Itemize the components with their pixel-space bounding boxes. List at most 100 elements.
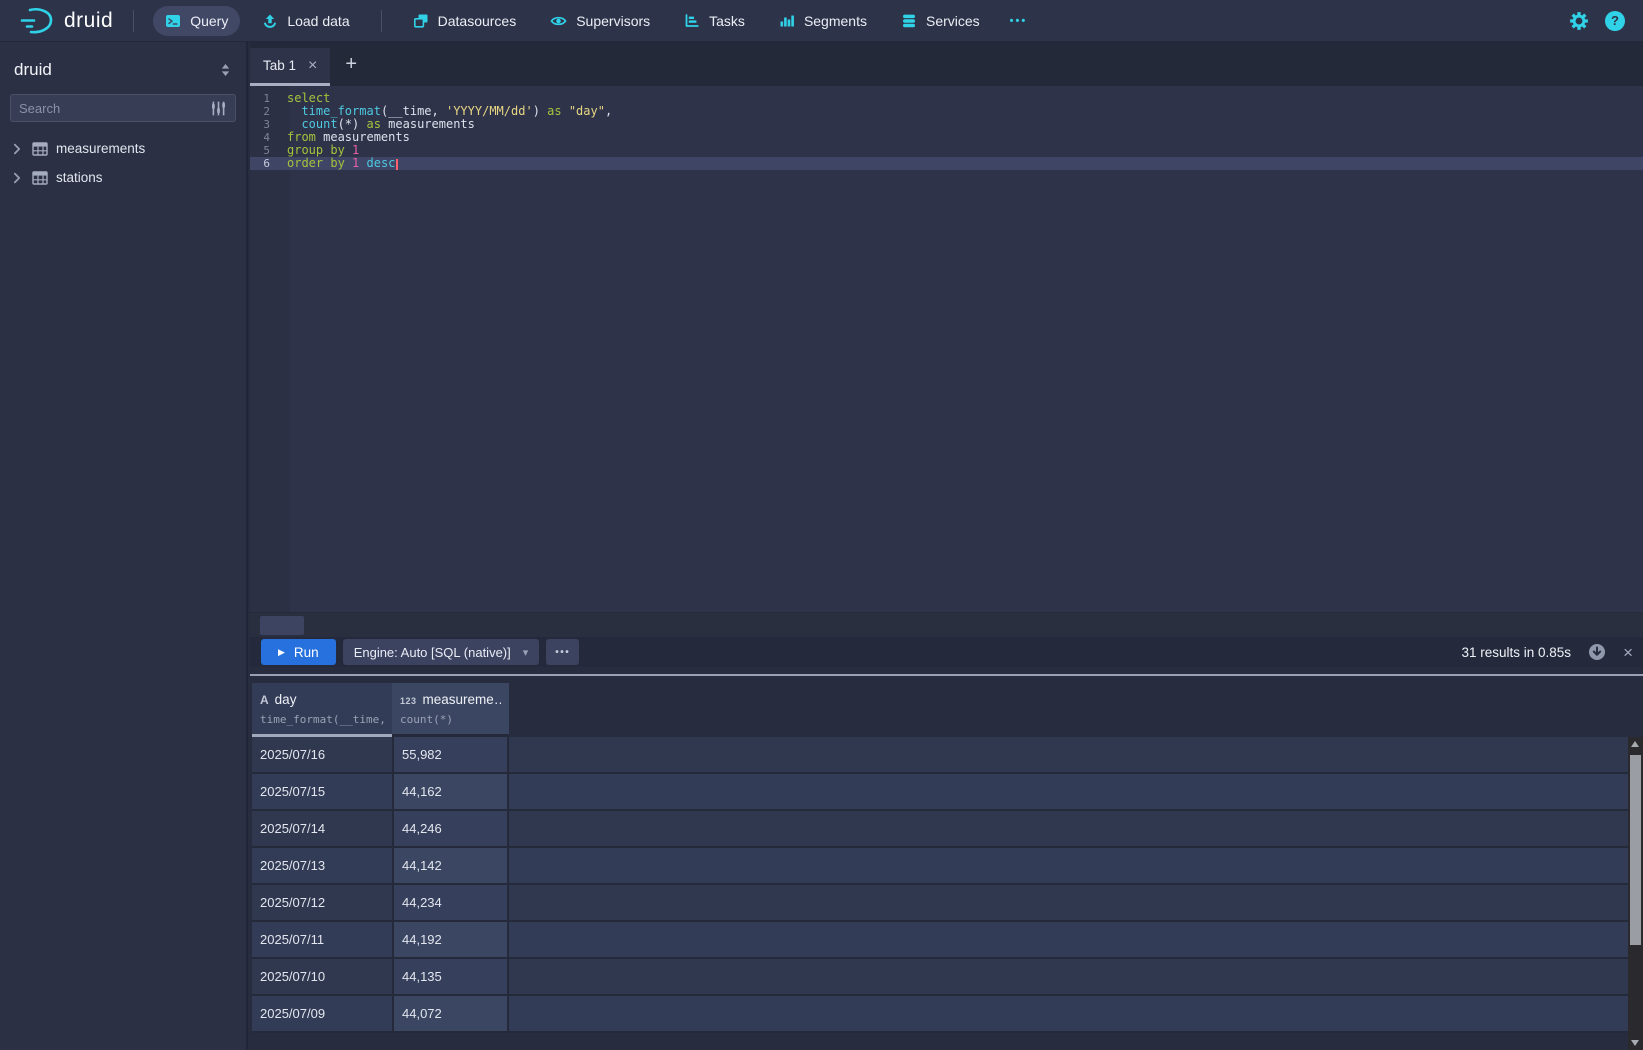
query-more-button[interactable]: •••: [546, 639, 579, 665]
scrollbar-thumb[interactable]: [1630, 755, 1641, 945]
cell-count[interactable]: 44,246: [392, 811, 509, 846]
cell-day[interactable]: 2025/07/13: [252, 848, 392, 883]
nav-item-load-data[interactable]: Load data: [250, 6, 361, 36]
schema-selector[interactable]: druid: [0, 42, 246, 92]
column-name: day: [275, 692, 297, 707]
run-button[interactable]: ▶ Run: [261, 639, 336, 665]
cell-day[interactable]: 2025/07/14: [252, 811, 392, 846]
string-type-icon: A: [260, 693, 269, 707]
datasources-icon: [413, 13, 429, 29]
tree-item-label: measurements: [56, 141, 145, 156]
top-nav: druid Query Load data Datasources: [0, 0, 1643, 42]
druid-console: druid Query Load data Datasources: [0, 0, 1643, 1050]
scroll-down-arrow-icon[interactable]: [1631, 1040, 1639, 1046]
query-icon: [165, 13, 181, 29]
druid-logo[interactable]: druid: [12, 5, 119, 37]
row-filler: [509, 848, 1628, 883]
nav-divider: [133, 10, 134, 32]
cell-day[interactable]: 2025/07/15: [252, 774, 392, 809]
cell-count[interactable]: 44,072: [392, 996, 509, 1031]
cell-count[interactable]: 44,162: [392, 774, 509, 809]
line-number: 2: [250, 105, 280, 118]
cell-day[interactable]: 2025/07/16: [252, 737, 392, 772]
code-line[interactable]: 6 order by 1 desc: [250, 157, 1643, 170]
nav-item-label: Tasks: [709, 13, 745, 29]
tab-query-1[interactable]: Tab 1 ×: [250, 48, 330, 86]
cell-day[interactable]: 2025/07/11: [252, 922, 392, 957]
more-icon: •••: [1010, 15, 1028, 27]
filter-sliders-icon[interactable]: [210, 100, 227, 117]
nav-item-segments[interactable]: Segments: [767, 6, 879, 36]
cell-day[interactable]: 2025/07/10: [252, 959, 392, 994]
line-number: 6: [250, 157, 280, 170]
nav-item-services[interactable]: Services: [889, 6, 992, 36]
table-row[interactable]: 2025/07/12 44,234: [252, 885, 1628, 922]
nav-item-tasks[interactable]: Tasks: [672, 6, 757, 36]
table-row[interactable]: 2025/07/11 44,192: [252, 922, 1628, 959]
run-bar: ▶ Run Engine: Auto [SQL (native)] ▾ ••• …: [250, 637, 1643, 667]
nav-item-label: Query: [190, 13, 228, 29]
scrollbar-thumb[interactable]: [260, 616, 304, 635]
row-filler: [509, 811, 1628, 846]
table-row[interactable]: 2025/07/09 44,072: [252, 996, 1628, 1033]
row-filler: [509, 774, 1628, 809]
nav-item-label: Datasources: [438, 13, 517, 29]
tree-item[interactable]: stations: [0, 163, 246, 192]
column-header-day[interactable]: A day time_format(__time,…: [252, 683, 392, 737]
nav-item-supervisors[interactable]: Supervisors: [538, 6, 662, 36]
nav-more-button[interactable]: •••: [1002, 6, 1036, 36]
download-icon[interactable]: [1588, 643, 1606, 661]
table-row[interactable]: 2025/07/10 44,135: [252, 959, 1628, 996]
code-line[interactable]: 4 from measurements: [250, 131, 1643, 144]
search-box: [10, 94, 236, 122]
results-vertical-scrollbar[interactable]: [1628, 737, 1643, 1050]
settings-gear-icon[interactable]: [1569, 11, 1589, 31]
druid-logo-icon: [18, 5, 56, 37]
nav-item-query[interactable]: Query: [153, 6, 240, 36]
sql-editor[interactable]: 1 select 2 time_format(__time, 'YYYY/MM/…: [250, 86, 1643, 612]
search-input[interactable]: [19, 101, 210, 116]
close-results-icon[interactable]: ×: [1623, 644, 1633, 661]
help-icon[interactable]: ?: [1605, 11, 1625, 31]
results-status: 31 results in 0.85s: [1462, 645, 1572, 660]
line-number: 4: [250, 131, 280, 144]
line-number: 5: [250, 144, 280, 157]
scroll-up-arrow-icon[interactable]: [1631, 741, 1639, 747]
cell-day[interactable]: 2025/07/09: [252, 996, 392, 1031]
engine-label: Engine: Auto [SQL (native)]: [354, 645, 511, 660]
column-header-measurements[interactable]: 123 measureme… count(*): [392, 683, 509, 737]
schema-sidebar: druid: [0, 42, 248, 1050]
table-row[interactable]: 2025/07/14 44,246: [252, 811, 1628, 848]
cell-count[interactable]: 44,135: [392, 959, 509, 994]
cell-count[interactable]: 55,982: [392, 737, 509, 772]
row-filler: [509, 885, 1628, 920]
cell-count[interactable]: 44,192: [392, 922, 509, 957]
row-filler: [509, 996, 1628, 1031]
table-row[interactable]: 2025/07/13 44,142: [252, 848, 1628, 885]
code-line[interactable]: 5 group by 1: [250, 144, 1643, 157]
row-filler: [509, 959, 1628, 994]
cell-count[interactable]: 44,234: [392, 885, 509, 920]
tab-close-icon[interactable]: ×: [308, 58, 317, 74]
table-row[interactable]: 2025/07/15 44,162: [252, 774, 1628, 811]
tree-item[interactable]: measurements: [0, 134, 246, 163]
column-name: measureme…: [423, 692, 501, 707]
engine-select[interactable]: Engine: Auto [SQL (native)] ▾: [343, 639, 540, 665]
cell-day[interactable]: 2025/07/12: [252, 885, 392, 920]
load-data-icon: [262, 13, 278, 29]
sort-double-caret-icon[interactable]: [219, 63, 232, 77]
new-tab-button[interactable]: +: [345, 53, 357, 76]
nav-item-datasources[interactable]: Datasources: [401, 6, 529, 36]
cell-count[interactable]: 44,142: [392, 848, 509, 883]
table-row[interactable]: 2025/07/16 55,982: [252, 737, 1628, 774]
code-text: order by 1 desc: [280, 157, 398, 170]
column-expression: count(*): [400, 713, 501, 726]
editor-code[interactable]: 1 select 2 time_format(__time, 'YYYY/MM/…: [250, 86, 1643, 170]
query-view: Tab 1 × + 1 select 2 time_format(__time,…: [250, 42, 1643, 1050]
nav-divider: [381, 10, 382, 32]
code-line[interactable]: 3 count(*) as measurements: [250, 118, 1643, 131]
chevron-right-icon[interactable]: [10, 171, 24, 185]
editor-horizontal-scrollbar[interactable]: [250, 612, 1643, 637]
chevron-right-icon[interactable]: [10, 142, 24, 156]
segments-icon: [779, 13, 795, 29]
